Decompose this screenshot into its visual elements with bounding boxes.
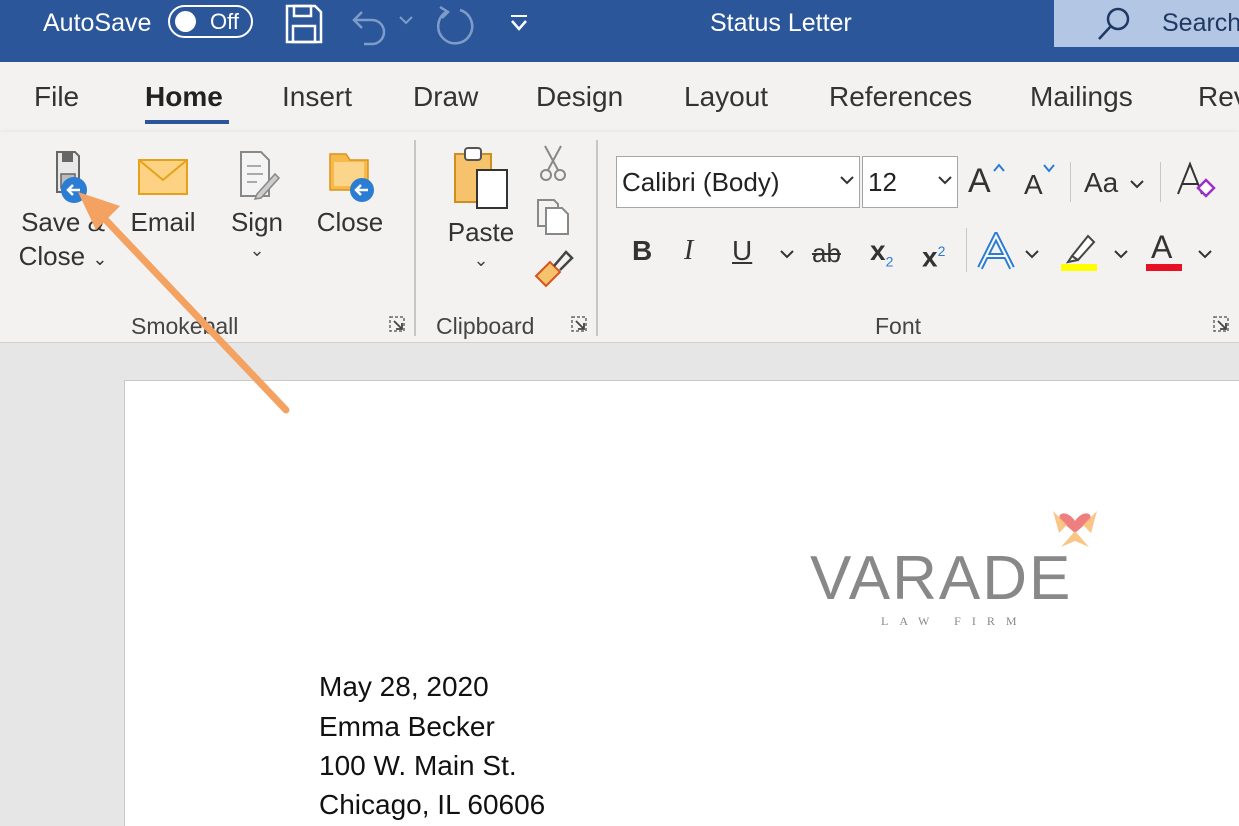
active-tab-indicator [145, 120, 229, 124]
letter-date: May 28, 2020 [319, 671, 489, 702]
copy-icon[interactable] [532, 196, 572, 236]
sign-button[interactable]: Sign ⌄ [220, 146, 294, 260]
document-title: Status Letter [710, 9, 852, 37]
change-case-button[interactable]: Aa [1084, 166, 1118, 200]
chevron-down-icon [1025, 250, 1039, 259]
autosave-state: Off [210, 9, 239, 34]
shrink-font-button[interactable]: A [1024, 168, 1043, 202]
logo-subtitle: LAW FIRM [881, 614, 1028, 628]
undo-dropdown-icon[interactable] [397, 14, 415, 26]
grow-font-button[interactable]: A [968, 164, 991, 198]
save-close-label-1: Save & [21, 207, 105, 237]
search-icon [1098, 7, 1130, 40]
tab-home[interactable]: Home [145, 80, 223, 114]
ribbon-tabs: File Home Insert Draw Design Layout Refe… [0, 62, 1239, 132]
cut-scissors-icon[interactable] [536, 144, 570, 184]
close-label: Close [316, 207, 384, 237]
grow-font-caret-icon [993, 163, 1005, 172]
close-button[interactable]: Close [310, 146, 390, 240]
tab-mailings[interactable]: Mailings [1030, 80, 1133, 114]
font-dialog-launcher-icon[interactable] [1212, 315, 1230, 333]
font-name-value: Calibri (Body) [622, 167, 780, 197]
document-page[interactable]: VARADE LAW FIRM May 28, 2020 Emma Becker… [124, 380, 1239, 826]
word-window: AutoSave Off Status Letter Search File H… [0, 0, 1239, 826]
paste-label: Paste [447, 217, 515, 247]
ribbon-home: Save & Close ⌄ Email Sign ⌄ Close Smokeb… [0, 132, 1239, 343]
save-and-close-button[interactable]: Save & Close ⌄ [14, 146, 112, 277]
tab-layout[interactable]: Layout [684, 80, 768, 114]
font-size-value: 12 [868, 167, 897, 197]
close-folder-icon [329, 153, 374, 202]
recipient-city: Chicago, IL 60606 [319, 789, 546, 820]
tab-file[interactable]: File [34, 80, 79, 114]
tab-design[interactable]: Design [536, 80, 623, 114]
chevron-down-icon [1114, 250, 1128, 259]
autosave-toggle[interactable]: Off [168, 5, 253, 38]
divider [1070, 162, 1071, 202]
shrink-font-caret-icon [1043, 164, 1055, 173]
redo-icon[interactable] [432, 4, 476, 48]
subscript-button[interactable]: x2 [870, 234, 893, 279]
tab-draw[interactable]: Draw [413, 80, 478, 114]
paste-button[interactable]: Paste ⌄ [440, 142, 522, 270]
paste-clipboard-icon [454, 147, 508, 209]
tab-review[interactable]: Rev [1198, 80, 1239, 114]
group-label-smokeball: Smokeball [131, 313, 239, 339]
email-label: Email [130, 207, 196, 237]
group-separator [414, 140, 416, 336]
text-effects-icon[interactable] [976, 232, 1016, 272]
font-name-select[interactable]: Calibri (Body) [616, 156, 860, 208]
recipient-street: 100 W. Main St. [319, 750, 517, 781]
search-box[interactable]: Search [1054, 0, 1239, 47]
clear-formatting-icon[interactable] [1174, 160, 1218, 200]
group-label-clipboard: Clipboard [436, 313, 535, 339]
divider [966, 228, 967, 272]
highlight-marker-icon[interactable] [1058, 230, 1102, 274]
chevron-down-icon [840, 176, 854, 185]
email-button[interactable]: Email [124, 146, 202, 240]
toggle-knob [175, 11, 196, 32]
smokeball-dialog-launcher-icon[interactable] [388, 315, 406, 333]
title-bar: AutoSave Off Status Letter Search [0, 0, 1239, 62]
tab-insert[interactable]: Insert [282, 80, 352, 114]
search-placeholder: Search [1162, 9, 1239, 37]
format-painter-icon[interactable] [532, 248, 574, 288]
customize-toolbar-icon[interactable] [508, 12, 530, 34]
save-icon[interactable] [284, 3, 324, 45]
sign-label: Sign [230, 207, 284, 237]
divider [1160, 162, 1161, 202]
chevron-down-icon [938, 176, 952, 185]
clipboard-dialog-launcher-icon[interactable] [570, 315, 588, 333]
superscript-button[interactable]: x2 [922, 234, 945, 274]
save-close-icon [56, 151, 87, 203]
group-separator [596, 140, 598, 336]
sign-document-icon [240, 151, 281, 200]
strikethrough-button[interactable]: ab [812, 236, 841, 270]
undo-icon[interactable] [350, 6, 392, 46]
underline-dropdown-icon [780, 250, 794, 259]
chevron-down-icon [1130, 180, 1144, 189]
font-size-select[interactable]: 12 [862, 156, 958, 208]
recipient-name: Emma Becker [319, 711, 495, 742]
autosave-label: AutoSave [43, 9, 152, 37]
underline-button[interactable]: U [732, 234, 752, 268]
sign-dropdown-icon: ⌄ [249, 240, 265, 260]
bold-button[interactable]: B [632, 234, 652, 268]
chevron-down-icon [1198, 250, 1212, 259]
logo-name: VARADE [810, 544, 1073, 613]
envelope-icon [138, 159, 188, 195]
tab-references[interactable]: References [829, 80, 972, 114]
italic-button[interactable]: I [684, 234, 693, 268]
font-color-swatch [1146, 264, 1182, 271]
paste-dropdown-icon: ⌄ [473, 250, 489, 270]
save-close-label-2: Close ⌄ [18, 241, 108, 271]
font-color-button[interactable]: A [1151, 230, 1172, 264]
group-label-font: Font [875, 313, 922, 339]
